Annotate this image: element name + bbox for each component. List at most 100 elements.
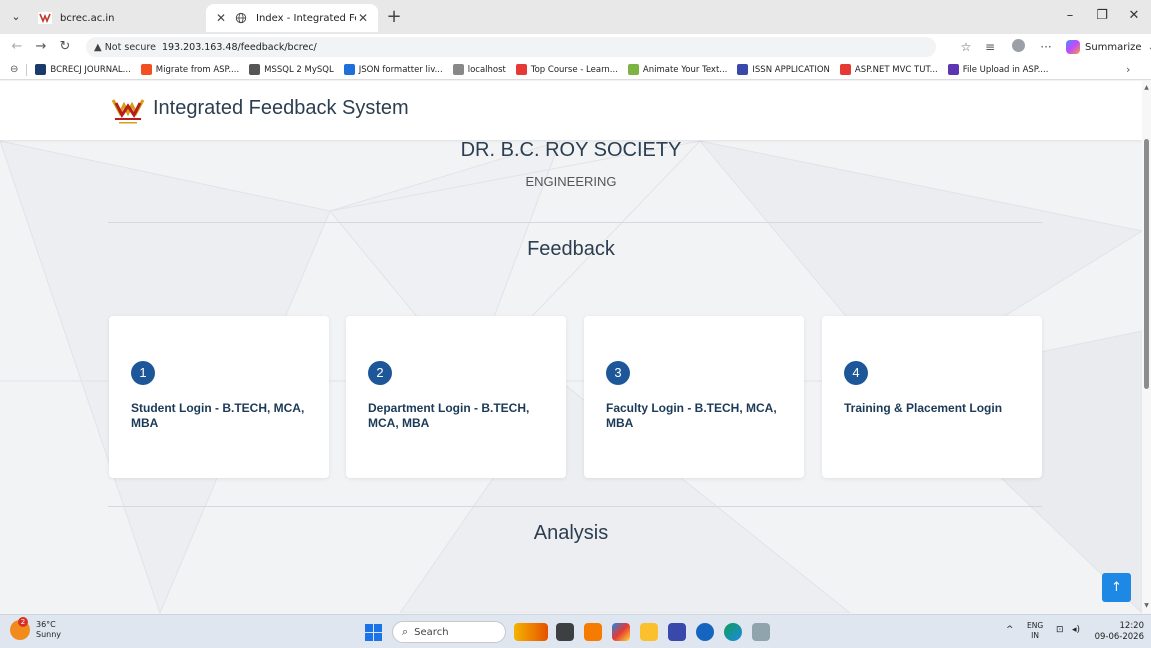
warning-icon[interactable]: ▲ (94, 42, 102, 53)
close-icon[interactable]: ✕ (214, 11, 228, 25)
photos-app-icon[interactable] (612, 623, 630, 641)
bookmark-item[interactable]: File Upload in ASP.... (947, 64, 1049, 75)
task-view-icon[interactable] (556, 623, 574, 641)
bookmark-favicon-icon (839, 64, 851, 75)
chevron-up-icon[interactable]: ^ (1006, 625, 1014, 635)
society-subtitle: ENGINEERING (525, 174, 617, 189)
app-icon[interactable] (752, 623, 770, 641)
divider (108, 222, 1042, 223)
bookmark-item[interactable]: Animate Your Text... (627, 64, 728, 75)
card-label: Department Login - B.TECH, MCA, MBA (368, 401, 530, 430)
url-text[interactable]: 193.203.163.48/feedback/bcrec/ (162, 42, 317, 53)
chevron-right-icon[interactable]: › (1126, 63, 1130, 76)
tab-strip: ⌄ bcrec.ac.in ✕ Index - Integrated Feedb… (0, 0, 1151, 34)
tab-index[interactable]: ✕ Index - Integrated Feedback Syste ✕ (206, 4, 378, 32)
favorites-list-icon[interactable]: ≡ (982, 39, 998, 55)
bookmark-favicon-icon (452, 64, 464, 75)
card-label: Training & Placement Login (844, 401, 1003, 415)
forward-icon[interactable]: → (32, 38, 50, 56)
reload-icon[interactable]: ↻ (56, 38, 74, 56)
sun-icon: 2 (10, 617, 30, 640)
site-title[interactable]: Integrated Feedback System (153, 97, 409, 120)
bookmark-item[interactable]: Top Course - Learn... (515, 64, 618, 75)
society-heading: DR. B.C. ROY SOCIETY (460, 139, 682, 161)
bookmark-item[interactable]: localhost (452, 64, 506, 75)
page-scrollbar[interactable]: ▲ ▼ (1142, 81, 1151, 613)
address-bar[interactable]: ▲ Not secure 193.203.163.48/feedback/bcr… (86, 37, 936, 57)
windows-start-icon[interactable] (365, 624, 382, 641)
sidebar-toggle-icon[interactable]: ⊖ (10, 64, 18, 75)
bookmark-item[interactable]: BCRECJ JOURNAL... (35, 64, 131, 75)
globe-icon (235, 12, 247, 24)
tab-actions-menu-icon[interactable]: ⌄ (8, 9, 24, 25)
page-viewport: Integrated Feedback System DR. B.C. ROY … (0, 81, 1142, 613)
close-window-icon[interactable]: ✕ (1124, 8, 1144, 23)
bookmark-favicon-icon (515, 64, 527, 75)
tab-bcrec[interactable]: bcrec.ac.in (30, 4, 202, 32)
weather-widget[interactable]: 2 36°C Sunny (10, 617, 62, 640)
bookmark-label: ISSN APPLICATION (752, 64, 830, 75)
clock-date: 09-06-2026 (1094, 632, 1144, 642)
taskbar-search[interactable]: ⌕ Search (392, 621, 506, 643)
chevron-down-icon[interactable]: ⌄ (1148, 42, 1151, 53)
copilot-app-icon[interactable] (514, 623, 548, 641)
bcrec-favicon-icon (38, 12, 52, 24)
more-options-icon[interactable]: ··· (1038, 39, 1054, 55)
bookmark-item[interactable]: Migrate from ASP.... (140, 64, 240, 75)
copilot-icon (1066, 40, 1080, 54)
step-badge: 4 (844, 361, 868, 385)
bookmark-favicon-icon (35, 64, 47, 75)
feedback-heading: Feedback (527, 238, 615, 260)
department-login-card[interactable]: 2 Department Login - B.TECH, MCA, MBA (346, 316, 566, 478)
new-tab-icon[interactable]: + (384, 6, 404, 27)
student-login-card[interactable]: 1 Student Login - B.TECH, MCA, MBA (109, 316, 329, 478)
volume-icon[interactable]: ◂) (1072, 625, 1080, 635)
back-to-top-button[interactable]: ↑ (1102, 573, 1131, 602)
bookmark-item[interactable]: ASP.NET MVC TUT... (839, 64, 938, 75)
bookmark-favicon-icon (627, 64, 639, 75)
weather-desc: Sunny (36, 630, 62, 639)
summarize-button[interactable]: Summarize ⌄ (1066, 38, 1151, 56)
site-header: Integrated Feedback System (0, 81, 1142, 140)
office-app-icon[interactable] (584, 623, 602, 641)
college-logo[interactable] (110, 97, 146, 125)
analysis-heading: Analysis (533, 522, 609, 544)
store-app-icon[interactable] (668, 623, 686, 641)
system-clock[interactable]: 12:20 09-06-2026 (1092, 621, 1144, 643)
minimize-icon[interactable]: – (1060, 8, 1080, 23)
language-indicator[interactable]: ENG IN (1027, 621, 1043, 641)
bookmark-favicon-icon (343, 64, 355, 75)
bookmark-label: BCRECJ JOURNAL... (50, 64, 131, 75)
bookmark-favicon-icon (140, 64, 152, 75)
edge-browser-icon[interactable] (724, 623, 742, 641)
bookmark-label: Migrate from ASP.... (155, 64, 240, 75)
training-placement-login-card[interactable]: 4 Training & Placement Login (822, 316, 1042, 478)
tab-title: bcrec.ac.in (60, 12, 115, 24)
browser-toolbar: ← → ↻ ▲ Not secure 193.203.163.48/feedba… (0, 34, 1151, 60)
bookmark-item[interactable]: JSON formatter liv... (343, 64, 443, 75)
bookmark-label: File Upload in ASP.... (962, 64, 1049, 75)
profile-avatar-icon[interactable] (1010, 39, 1026, 55)
taskbar: 2 36°C Sunny ⌕ Search ^ ENG IN ⊡ ◂) 12:2… (0, 614, 1151, 648)
bookmark-label: Animate Your Text... (642, 64, 728, 75)
network-icon[interactable]: ⊡ (1056, 625, 1064, 635)
scroll-down-icon[interactable]: ▼ (1143, 602, 1150, 609)
restore-icon[interactable]: ❐ (1092, 8, 1112, 23)
bookmark-label: localhost (467, 64, 506, 75)
scroll-up-icon[interactable]: ▲ (1143, 84, 1150, 91)
search-icon: ⌕ (402, 625, 409, 638)
favorite-star-icon[interactable]: ☆ (958, 39, 974, 55)
file-explorer-icon[interactable] (640, 623, 658, 641)
scroll-thumb[interactable] (1144, 139, 1149, 389)
back-icon[interactable]: ← (8, 38, 26, 56)
bookmark-favicon-icon (249, 64, 261, 75)
bookmark-item[interactable]: ISSN APPLICATION (737, 64, 830, 75)
close-icon[interactable]: ✕ (356, 11, 370, 25)
bookmark-item[interactable]: MSSQL 2 MySQL (249, 64, 334, 75)
step-badge: 3 (606, 361, 630, 385)
hp-app-icon[interactable] (696, 623, 714, 641)
step-badge: 2 (368, 361, 392, 385)
bookmark-favicon-icon (737, 64, 749, 75)
bookmark-label: Top Course - Learn... (530, 64, 618, 75)
faculty-login-card[interactable]: 3 Faculty Login - B.TECH, MCA, MBA (584, 316, 804, 478)
